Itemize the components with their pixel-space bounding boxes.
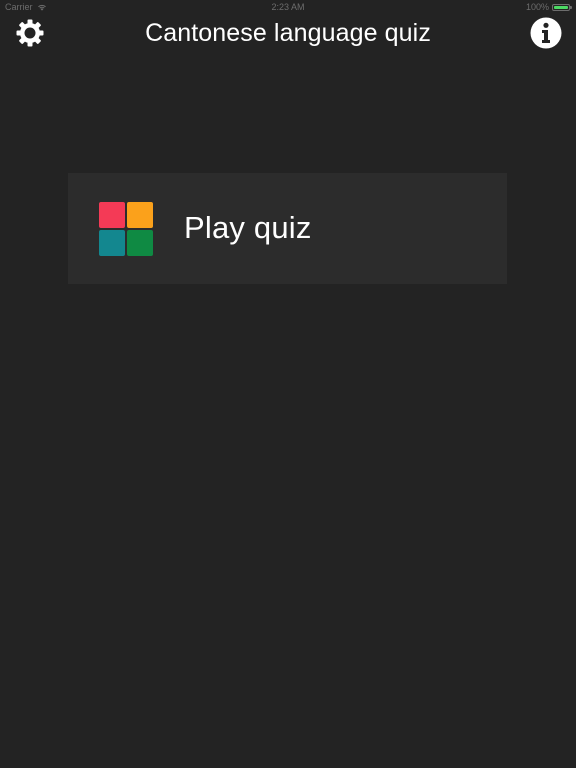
navigation-bar: Cantonese language quiz — [0, 14, 576, 54]
logo-tile-red — [99, 202, 125, 228]
info-icon — [530, 17, 562, 49]
logo-tile-green — [127, 230, 153, 256]
info-button[interactable] — [529, 16, 563, 50]
app-screen: Carrier 2:23 AM 100% Cantonese language … — [0, 0, 576, 768]
battery-icon — [552, 3, 572, 11]
logo-tile-orange — [127, 202, 153, 228]
quiz-logo-icon — [99, 202, 154, 257]
battery-level-fill — [554, 5, 568, 9]
status-time: 2:23 AM — [271, 2, 305, 12]
play-quiz-button[interactable]: Play quiz — [68, 173, 507, 284]
logo-tile-teal — [99, 230, 125, 256]
page-title: Cantonese language quiz — [145, 19, 431, 47]
battery-percent: 100% — [525, 2, 549, 12]
battery-indicator: 100% — [525, 2, 572, 12]
play-quiz-label: Play quiz — [184, 210, 312, 245]
status-bar: Carrier 2:23 AM 100% — [0, 0, 576, 14]
